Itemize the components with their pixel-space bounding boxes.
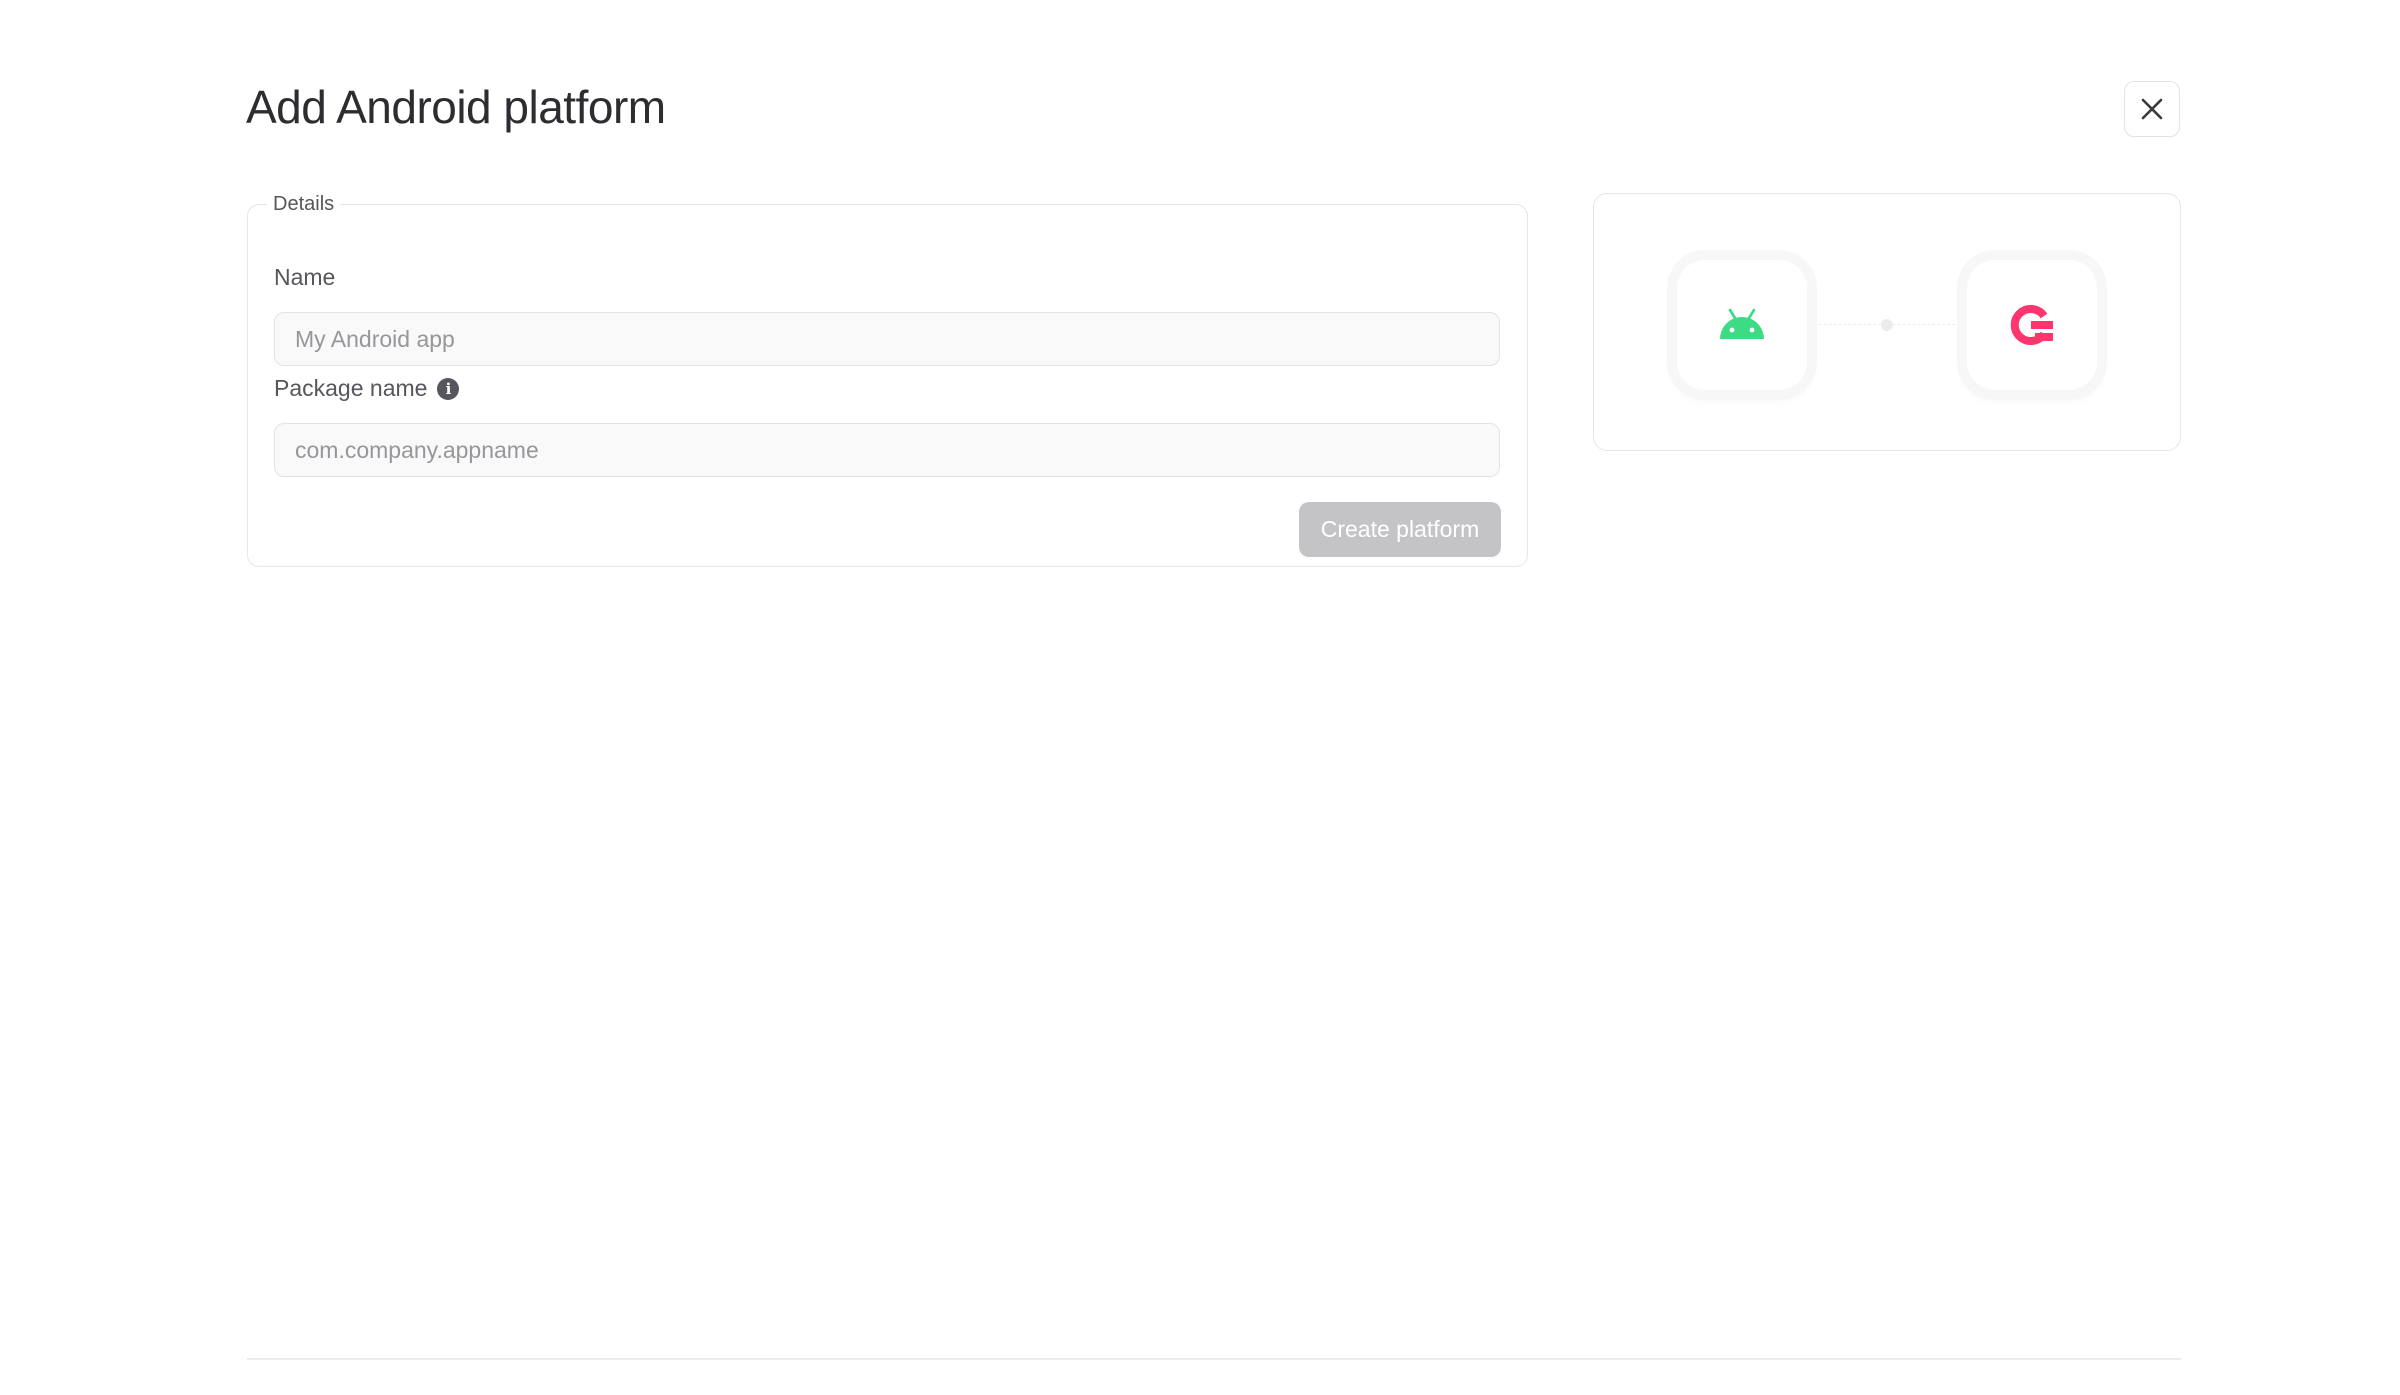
android-icon [1720, 308, 1764, 339]
name-label-text: Name [274, 264, 336, 290]
package-name-input[interactable] [274, 423, 1500, 477]
name-input[interactable] [274, 312, 1500, 366]
create-platform-button[interactable]: Create platform [1299, 502, 1501, 557]
connector-dot [1881, 319, 1893, 331]
package-name-label: Package name i [274, 375, 460, 402]
platform-preview-card [1593, 193, 2181, 451]
page-title: Add Android platform [246, 81, 666, 133]
details-fieldset: Details Name Package name i Create platf… [247, 193, 1528, 567]
appwrite-tile [1967, 260, 2097, 390]
name-label: Name [274, 264, 335, 291]
close-icon [2141, 98, 2163, 120]
android-tile [1677, 260, 1807, 390]
close-button[interactable] [2124, 81, 2180, 137]
info-icon[interactable]: i [437, 377, 460, 400]
appwrite-icon [2010, 305, 2053, 345]
footer-divider [247, 1358, 2181, 1360]
package-name-label-text: Package name [274, 375, 428, 401]
add-platform-modal: Add Android platform Details Name Packag… [0, 0, 2400, 1395]
details-legend: Details [273, 193, 335, 215]
